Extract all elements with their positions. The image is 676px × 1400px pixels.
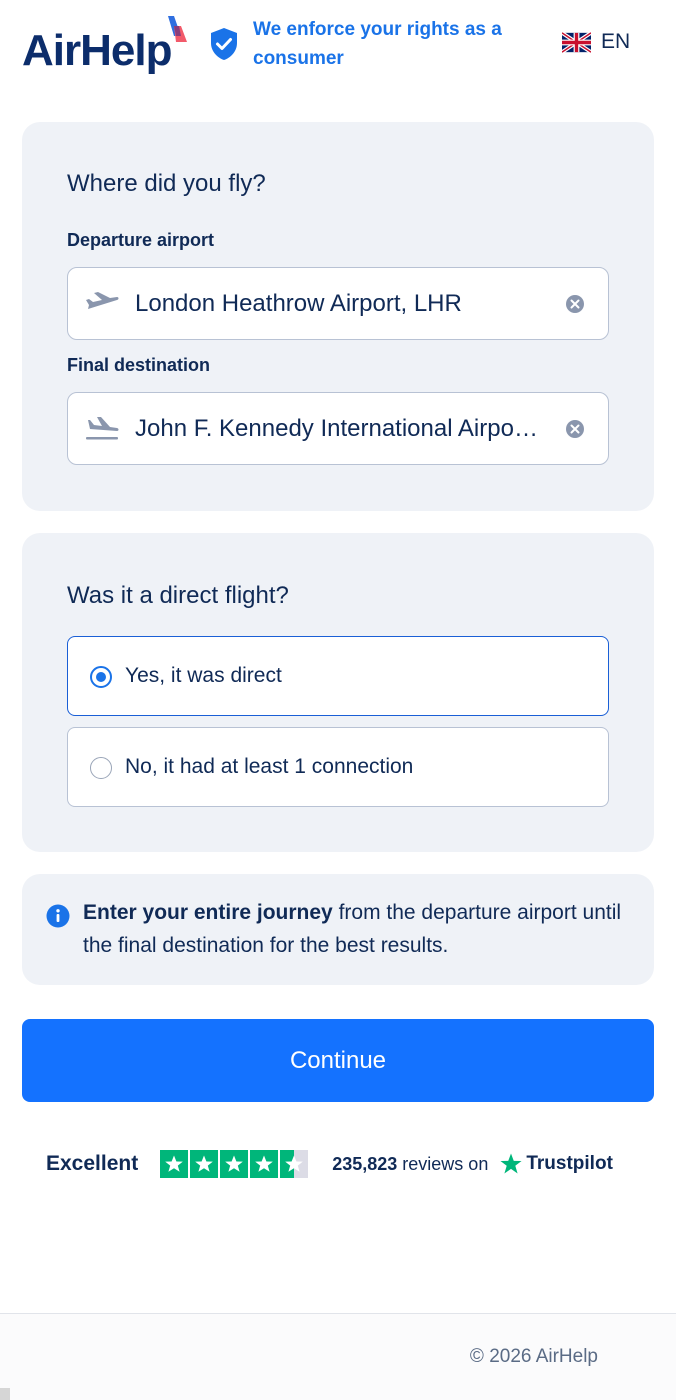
- clear-destination-icon[interactable]: [565, 419, 585, 439]
- option-direct-label: Yes, it was direct: [125, 664, 282, 687]
- departure-input[interactable]: [135, 268, 545, 339]
- route-card-title: Where did you fly?: [67, 170, 266, 197]
- takeoff-plane-icon: [86, 292, 119, 309]
- info-card: Enter your entire journey from the depar…: [22, 874, 654, 985]
- option-connection-label: No, it had at least 1 connection: [125, 755, 414, 778]
- info-icon: [46, 904, 70, 928]
- destination-input[interactable]: [135, 393, 545, 464]
- shield-check-icon: [211, 28, 237, 60]
- option-connection[interactable]: No, it had at least 1 connection: [67, 727, 609, 807]
- language-selector[interactable]: EN: [562, 30, 630, 54]
- trustpilot-brand: Trustpilot: [526, 1153, 613, 1174]
- option-direct[interactable]: Yes, it was direct: [67, 636, 609, 716]
- header: AirHelp We enforce your rights as a cons…: [0, 0, 676, 92]
- trustpilot-star-icon: [500, 1153, 522, 1174]
- uk-flag-icon: [562, 31, 591, 53]
- logo-mark-icon: [168, 16, 187, 42]
- half-star-icon: [280, 1150, 309, 1178]
- landing-plane-icon: [86, 417, 119, 440]
- continue-button[interactable]: Continue: [22, 1019, 654, 1102]
- direct-flight-title: Was it a direct flight?: [67, 582, 289, 609]
- trustpilot-logo: Trustpilot: [500, 1153, 613, 1175]
- trustpilot-reviews-on: reviews on: [402, 1153, 489, 1174]
- star-icon: [220, 1150, 249, 1178]
- info-bold-text: Enter your entire journey: [83, 901, 333, 924]
- trustpilot-review-count: 235,823: [332, 1153, 398, 1174]
- copyright-text: © 2026 AirHelp: [469, 1346, 598, 1367]
- footer: © 2026 AirHelp: [0, 1313, 676, 1400]
- direct-flight-card: Was it a direct flight? Yes, it was dire…: [22, 533, 654, 852]
- trustpilot-widget[interactable]: Excellent 235,823 reviews on Trustpilot: [46, 1148, 646, 1180]
- scrollbar-corner: [0, 1388, 10, 1400]
- departure-label: Departure airport: [67, 230, 215, 250]
- radio-direct[interactable]: [90, 666, 112, 688]
- info-text: Enter your entire journey from the depar…: [83, 896, 623, 962]
- logo-wordmark: AirHelp: [22, 26, 172, 75]
- clear-departure-icon[interactable]: [565, 294, 585, 314]
- destination-field[interactable]: [67, 392, 609, 465]
- radio-connection[interactable]: [90, 757, 112, 779]
- destination-label: Final destination: [67, 355, 211, 375]
- route-card: Where did you fly? Departure airport Fin…: [22, 122, 654, 511]
- trustpilot-stars: [160, 1150, 310, 1178]
- star-icon: [190, 1150, 219, 1178]
- language-label: EN: [601, 30, 631, 53]
- trustpilot-rating-word: Excellent: [46, 1152, 139, 1175]
- departure-field[interactable]: [67, 267, 609, 340]
- star-icon: [250, 1150, 279, 1178]
- consumer-rights-tagline: We enforce your rights as a consumer: [253, 19, 502, 69]
- star-icon: [160, 1150, 189, 1178]
- airhelp-logo[interactable]: AirHelp: [22, 14, 192, 76]
